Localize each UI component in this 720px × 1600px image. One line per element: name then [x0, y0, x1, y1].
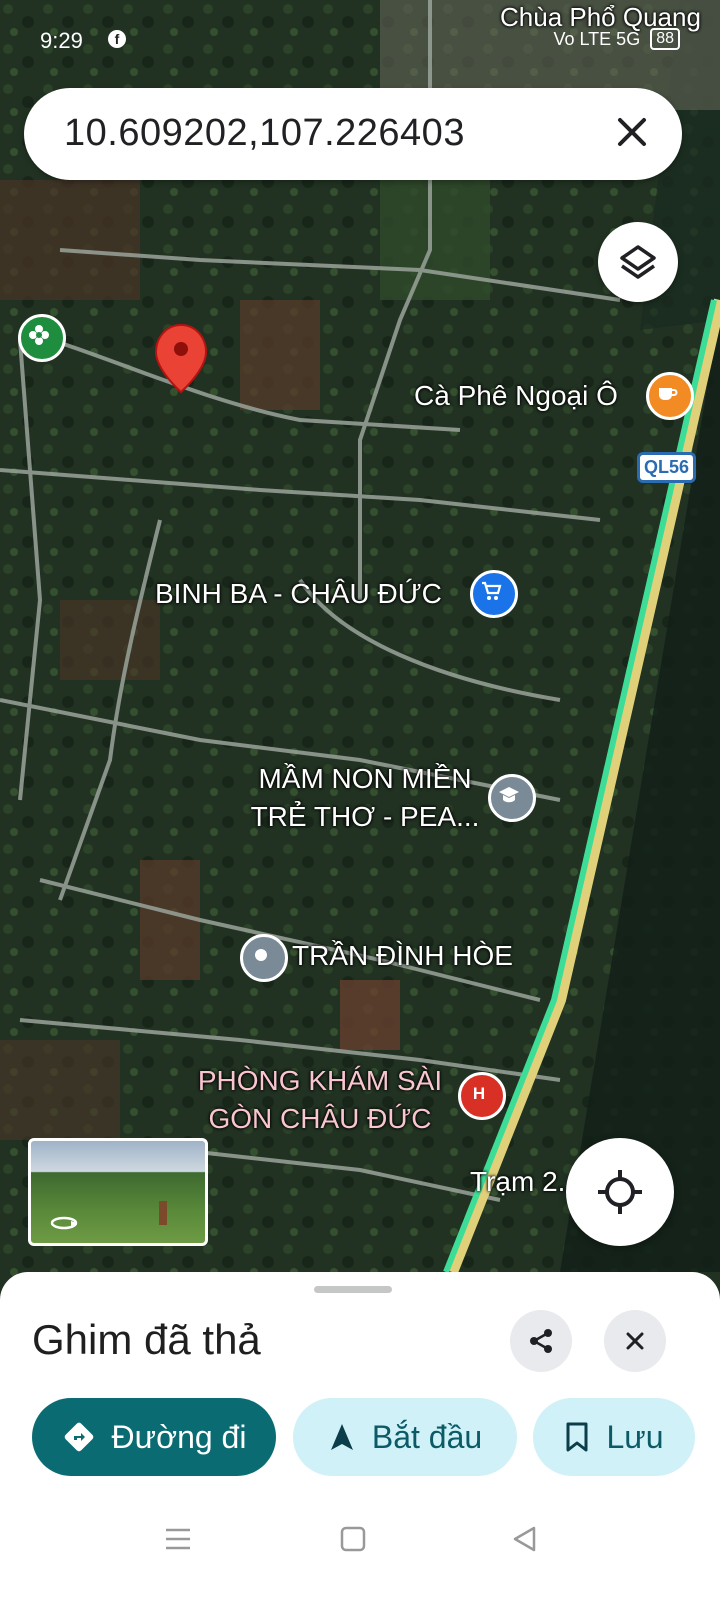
directions-icon [64, 1422, 93, 1452]
layers-icon [620, 245, 656, 279]
school-label-line1: MẦM NON MIỀN [258, 763, 472, 794]
status-icons: Vo LTE 5G 88 [553, 28, 680, 50]
sheet-drag-handle[interactable] [314, 1286, 392, 1293]
system-navigation-bar [0, 1496, 720, 1600]
share-icon [530, 1329, 552, 1353]
clear-search-icon[interactable] [610, 110, 654, 154]
search-bar[interactable]: 10.609202,107.226403 [24, 88, 682, 180]
network-indicator: Vo LTE 5G [553, 28, 641, 49]
share-button[interactable] [510, 1310, 572, 1372]
save-button[interactable]: Lưu [533, 1398, 695, 1476]
school-label-line2: TRẺ THƠ - PEA... [250, 801, 480, 832]
road-shield-ql56: QL56 [637, 452, 697, 483]
place-label-tran-dinh-hoe[interactable]: TRẦN ĐÌNH HÒE [292, 940, 513, 972]
coffee-icon[interactable] [646, 372, 694, 420]
place-label-shop[interactable]: BINH BA - CHÂU ĐỨC [155, 578, 442, 610]
clinic-label-line1: PHÒNG KHÁM SÀI [197, 1065, 443, 1096]
my-location-button[interactable] [566, 1138, 674, 1246]
place-label-school[interactable]: MẦM NON MIỀN TRẺ THƠ - PEA... [240, 760, 490, 836]
status-time: 9:29 [40, 28, 83, 53]
back-icon[interactable] [512, 1526, 538, 1557]
place-label-cafe[interactable]: Cà Phê Ngoại Ô [414, 380, 618, 412]
street-view-thumbnail[interactable] [28, 1138, 208, 1246]
hospital-icon[interactable]: H [458, 1072, 506, 1120]
battery-level: 88 [650, 28, 680, 50]
home-icon[interactable] [340, 1526, 366, 1557]
search-query[interactable]: 10.609202,107.226403 [64, 112, 465, 155]
crosshair-icon [598, 1170, 642, 1214]
flower-icon[interactable] [18, 314, 66, 362]
close-icon [626, 1332, 644, 1350]
bookmark-icon [566, 1422, 588, 1452]
status-bar: 9:29 f Vo LTE 5G 88 [0, 0, 720, 80]
navigation-arrow-icon [330, 1424, 353, 1450]
pin-icon[interactable] [240, 934, 288, 982]
sheet-title: Ghim đã thả [32, 1316, 261, 1363]
school-icon[interactable] [488, 774, 536, 822]
clinic-label-line2: GÒN CHÂU ĐỨC [208, 1103, 432, 1134]
recent-apps-icon[interactable] [164, 1526, 192, 1557]
save-label: Lưu [606, 1418, 664, 1455]
directions-label: Đường đi [111, 1418, 247, 1455]
start-label: Bắt đầu [371, 1418, 483, 1455]
svg-text:H: H [473, 1084, 485, 1103]
start-button[interactable]: Bắt đầu [293, 1398, 517, 1476]
directions-button[interactable]: Đường đi [32, 1398, 276, 1476]
facebook-notification-icon: f [108, 30, 126, 48]
street-view-rotate-icon [50, 1201, 167, 1230]
close-sheet-button[interactable] [604, 1310, 666, 1372]
place-label-clinic[interactable]: PHÒNG KHÁM SÀI GÒN CHÂU ĐỨC [182, 1062, 458, 1138]
layers-button[interactable] [598, 222, 678, 302]
cart-icon[interactable] [470, 570, 518, 618]
